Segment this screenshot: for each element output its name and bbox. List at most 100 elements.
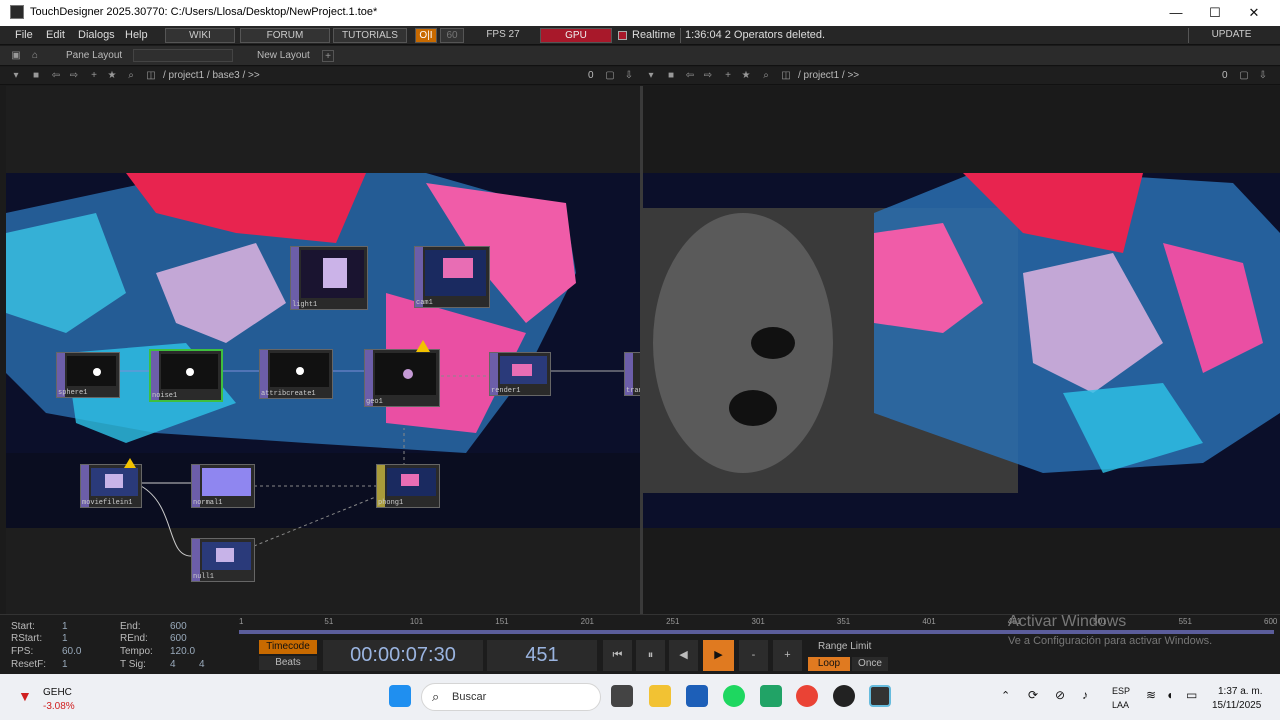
touchdesigner-icon[interactable] [869, 685, 891, 707]
volume-icon[interactable]: ◖ [1166, 688, 1173, 702]
sync-icon[interactable]: ⟳ [1028, 688, 1038, 702]
stop-icon[interactable]: ■ [30, 70, 42, 82]
download-icon[interactable]: ⇩ [623, 70, 635, 82]
search-icon[interactable]: ⌕ [760, 70, 772, 82]
node-normal[interactable]: normal1 [191, 464, 255, 508]
menu-help[interactable]: Help [125, 29, 148, 41]
viewer-icon[interactable]: ▢ [1238, 70, 1250, 82]
viewer-icon[interactable]: ▢ [604, 70, 616, 82]
rend-value[interactable]: 600 [170, 633, 187, 644]
node-tran[interactable]: tran [624, 352, 640, 396]
menu-dialogs[interactable]: Dialogs [78, 29, 115, 41]
node-moviefilein[interactable]: moviefilein1 [80, 464, 142, 508]
pane-divider[interactable] [640, 86, 643, 614]
microphone-icon[interactable]: ♪ [1082, 688, 1088, 702]
fps-limit[interactable]: 60 [440, 28, 464, 43]
search-icon[interactable]: ⌕ [125, 70, 137, 82]
search-box[interactable]: ⌕ Buscar [421, 683, 601, 711]
frame-display[interactable]: 451 [487, 640, 597, 671]
back-icon[interactable]: ⇦ [50, 70, 62, 82]
layout-icon[interactable]: ▣ [10, 50, 22, 62]
left-path[interactable]: / project1 / base3 / >> [163, 70, 260, 81]
right-path[interactable]: / project1 / >> [798, 70, 859, 81]
excel-icon[interactable] [760, 685, 782, 707]
viewer-pane[interactable] [643, 86, 1280, 614]
tutorials-button[interactable]: TUTORIALS [333, 28, 407, 43]
close-icon[interactable]: ✕ [1245, 4, 1263, 22]
gpu-button[interactable]: GPU [540, 28, 612, 43]
chevron-down-icon[interactable]: ▾ [10, 70, 22, 82]
pin-icon[interactable]: ◫ [145, 70, 157, 82]
tsig-value-2[interactable]: 4 [199, 659, 205, 670]
star-icon[interactable]: ★ [106, 70, 118, 82]
start-value[interactable]: 1 [62, 621, 68, 632]
rstart-value[interactable]: 1 [62, 633, 68, 644]
node-null[interactable]: null1 [191, 538, 255, 582]
language-region[interactable]: LAA [1112, 700, 1129, 710]
node-render[interactable]: render1 [489, 352, 551, 396]
home-icon[interactable]: ⌂ [29, 50, 41, 62]
resetf-value[interactable]: 1 [62, 659, 68, 670]
network-editor[interactable]: sphere1 noise1 attribcreate1 geo1 light1… [6, 86, 640, 614]
wiki-button[interactable]: WIKI [165, 28, 235, 43]
language-code[interactable]: ESP [1112, 686, 1130, 696]
once-button[interactable]: Once [852, 657, 888, 671]
chevron-up-icon[interactable]: ⌃ [1001, 689, 1010, 702]
spotify-icon[interactable] [723, 685, 745, 707]
node-geo[interactable]: geo1 [364, 349, 440, 407]
rewind-icon[interactable]: ⏮ [603, 640, 632, 671]
warning-icon[interactable] [124, 458, 136, 468]
stop-icon[interactable]: ■ [665, 70, 677, 82]
pause-icon[interactable]: ⏸ [636, 640, 665, 671]
pane-layout-presets[interactable] [133, 49, 233, 62]
minimize-icon[interactable]: — [1167, 4, 1185, 22]
wifi-icon[interactable]: ≋ [1146, 688, 1156, 702]
end-value[interactable]: 600 [170, 621, 187, 632]
node-phong[interactable]: phong1 [376, 464, 440, 508]
fps-value[interactable]: 60.0 [62, 646, 81, 657]
stock-icon[interactable]: ▼ [18, 689, 36, 703]
forward-icon[interactable]: ⇨ [702, 70, 714, 82]
menu-edit[interactable]: Edit [46, 29, 65, 41]
add-icon[interactable]: + [88, 70, 100, 82]
update-button[interactable]: UPDATE [1188, 28, 1274, 43]
clock-time[interactable]: 1:37 a. m. [1218, 686, 1262, 697]
chevron-down-icon[interactable]: ▾ [645, 70, 657, 82]
node-sphere[interactable]: sphere1 [56, 352, 120, 398]
warning-icon[interactable] [416, 340, 430, 352]
file-explorer-icon[interactable] [649, 685, 671, 707]
network-off-icon[interactable]: ⊘ [1055, 688, 1065, 702]
beats-button[interactable]: Beats [259, 656, 317, 670]
add-icon[interactable]: + [722, 70, 734, 82]
pin-icon[interactable]: ◫ [780, 70, 792, 82]
tempo-value[interactable]: 120.0 [170, 646, 195, 657]
node-attribcreate[interactable]: attribcreate1 [259, 349, 333, 399]
node-noise[interactable]: noise1 [149, 349, 223, 402]
step-back-button[interactable]: - [739, 640, 768, 671]
clock-date[interactable]: 15/11/2025 [1212, 700, 1261, 711]
windows-start-icon[interactable] [389, 685, 411, 707]
timecode-display[interactable]: 00:00:07:30 [323, 640, 483, 671]
battery-icon[interactable]: ▭ [1186, 688, 1197, 702]
star-icon[interactable]: ★ [740, 70, 752, 82]
add-layout-icon[interactable]: + [322, 50, 334, 62]
task-view-icon[interactable] [611, 685, 633, 707]
play-icon[interactable]: ▶ [703, 640, 734, 671]
forward-icon[interactable]: ⇨ [68, 70, 80, 82]
tsig-value-1[interactable]: 4 [170, 659, 176, 670]
timecode-button[interactable]: Timecode [259, 640, 317, 654]
maximize-icon[interactable]: ☐ [1206, 4, 1224, 22]
back-icon[interactable]: ⇦ [684, 70, 696, 82]
chrome-icon[interactable] [796, 685, 818, 707]
step-forward-button[interactable]: + [773, 640, 802, 671]
forum-button[interactable]: FORUM [240, 28, 330, 43]
play-reverse-icon[interactable]: ◀ [669, 640, 698, 671]
download-icon[interactable]: ⇩ [1257, 70, 1269, 82]
loop-button[interactable]: Loop [808, 657, 850, 671]
app-icon-dark[interactable] [833, 685, 855, 707]
node-light[interactable]: light1 [290, 246, 368, 310]
realtime-checkbox[interactable] [618, 31, 627, 40]
menu-file[interactable]: File [15, 29, 33, 41]
oi-toggle[interactable]: O|I [415, 28, 437, 43]
store-icon[interactable] [686, 685, 708, 707]
